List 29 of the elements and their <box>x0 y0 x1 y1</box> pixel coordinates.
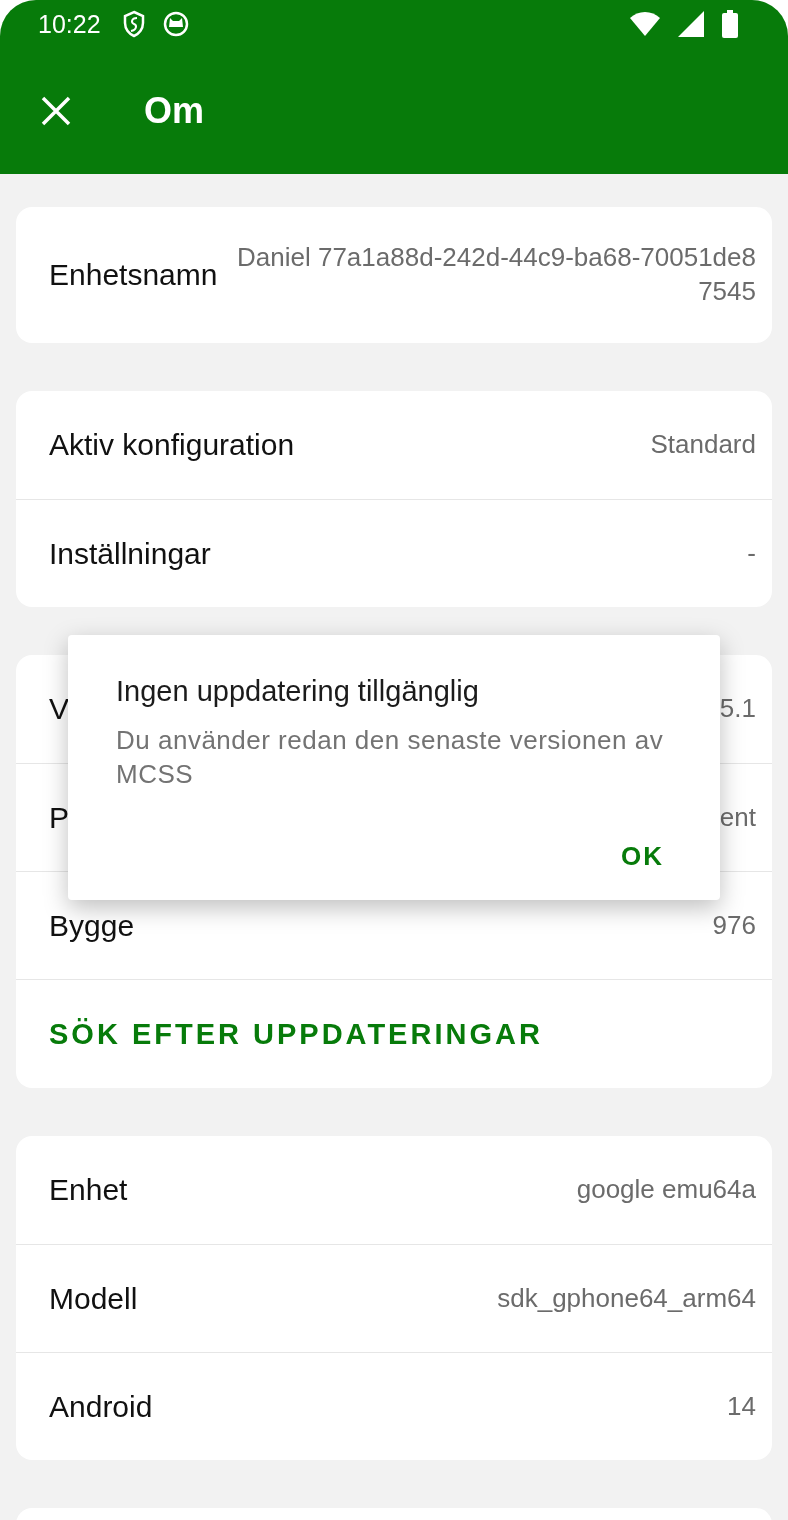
row-value: 976 <box>712 908 756 942</box>
check-updates-button[interactable]: SÖK EFTER UPPDATERINGAR <box>49 1017 543 1051</box>
row-value: google emu64a <box>576 1173 756 1207</box>
ok-button[interactable]: OK <box>613 833 672 880</box>
row-label: Bygge <box>49 908 135 943</box>
row-label: Enhet <box>49 1173 128 1207</box>
row-value: - <box>747 536 756 570</box>
row-value: Daniel 77a1a88d-242d-44c9-ba68-70051de87545 <box>236 241 756 308</box>
row-label: Inställningar <box>49 536 211 571</box>
row-value: Standard <box>650 428 756 462</box>
row-value: sdk_gphone64_arm64 <box>497 1281 756 1315</box>
close-button[interactable] <box>40 95 72 127</box>
signal-icon <box>678 11 704 37</box>
toolbar-title: Om <box>144 90 204 132</box>
row-label: V <box>49 692 69 726</box>
row-label: Aktiv konfiguration <box>49 428 295 462</box>
row-label: Enhetsnamn <box>49 258 218 292</box>
row-label: Android <box>49 1389 153 1424</box>
row-value: 14 <box>727 1389 756 1423</box>
row-label: P <box>49 800 69 835</box>
row-value: ent <box>719 800 756 834</box>
dialog-message: Du använder redan den senaste versionen av MCSS <box>116 724 665 791</box>
battery-icon <box>722 10 738 38</box>
shield-icon <box>122 10 145 38</box>
dialog-title: Ingen uppdatering tillgänglig <box>116 675 480 708</box>
row-label: Modell <box>49 1281 138 1316</box>
status-time: 10:22 <box>38 9 101 39</box>
row-value: 5.1 <box>719 692 756 726</box>
wifi-icon <box>630 12 660 36</box>
